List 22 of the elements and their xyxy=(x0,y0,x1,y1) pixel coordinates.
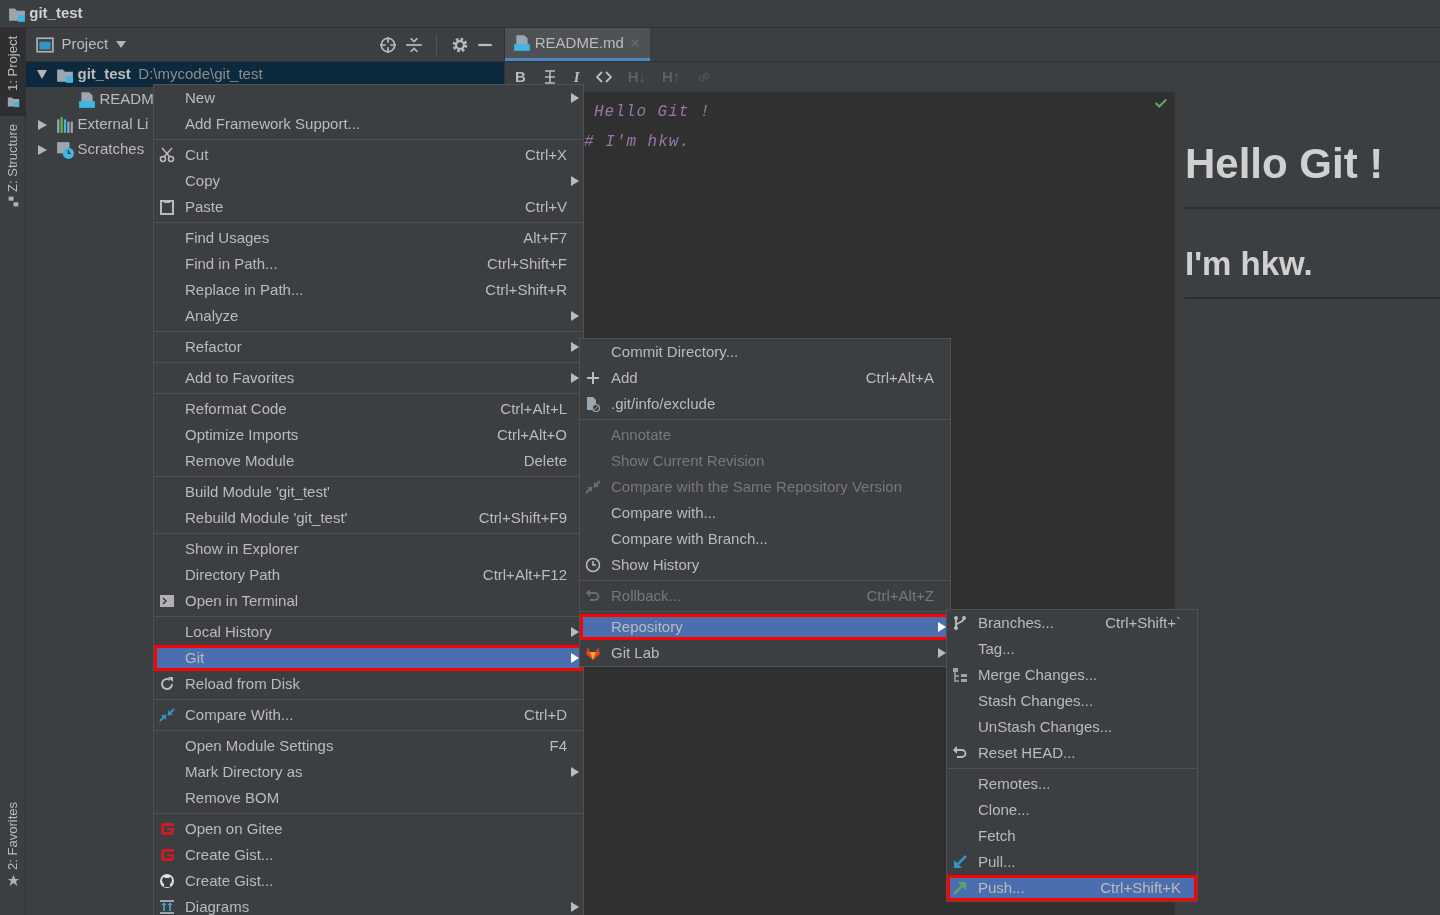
shortcut-text: Ctrl+D xyxy=(523,704,567,725)
preview-heading: Hello Git ! xyxy=(1185,132,1440,209)
shortcut-text: Ctrl+Alt+Z xyxy=(865,585,934,606)
folder-path: D:\mycode\git_test xyxy=(138,64,263,85)
preview-heading: I'm hkw. xyxy=(1185,239,1440,299)
code-line: Hello Git ! xyxy=(594,102,711,121)
shortcut-text: Ctrl+Shift+F xyxy=(485,253,567,274)
shortcut-text: Ctrl+X xyxy=(523,144,567,165)
code-line: # I'm hkw. xyxy=(584,132,690,151)
shortcut-text: Ctrl+V xyxy=(523,196,567,217)
shortcut-text: Delete xyxy=(522,450,567,471)
shortcut-text: Ctrl+Alt+O xyxy=(495,424,567,445)
shortcut-text: Ctrl+Alt+L xyxy=(499,398,567,419)
shortcut-text: Alt+F7 xyxy=(522,227,567,248)
window-title: git_test xyxy=(29,3,83,24)
shortcut-text: Ctrl+Alt+F12 xyxy=(481,564,567,585)
shortcut-text: Ctrl+Shift+` xyxy=(1104,612,1181,633)
shortcut-text: Ctrl+Alt+A xyxy=(864,367,934,388)
shortcut-text: Ctrl+Shift+F9 xyxy=(477,507,567,528)
shortcut-text: Ctrl+Shift+R xyxy=(484,279,567,300)
shortcut-text: Ctrl+Shift+K xyxy=(1099,877,1181,898)
shortcut-text: F4 xyxy=(548,735,567,756)
